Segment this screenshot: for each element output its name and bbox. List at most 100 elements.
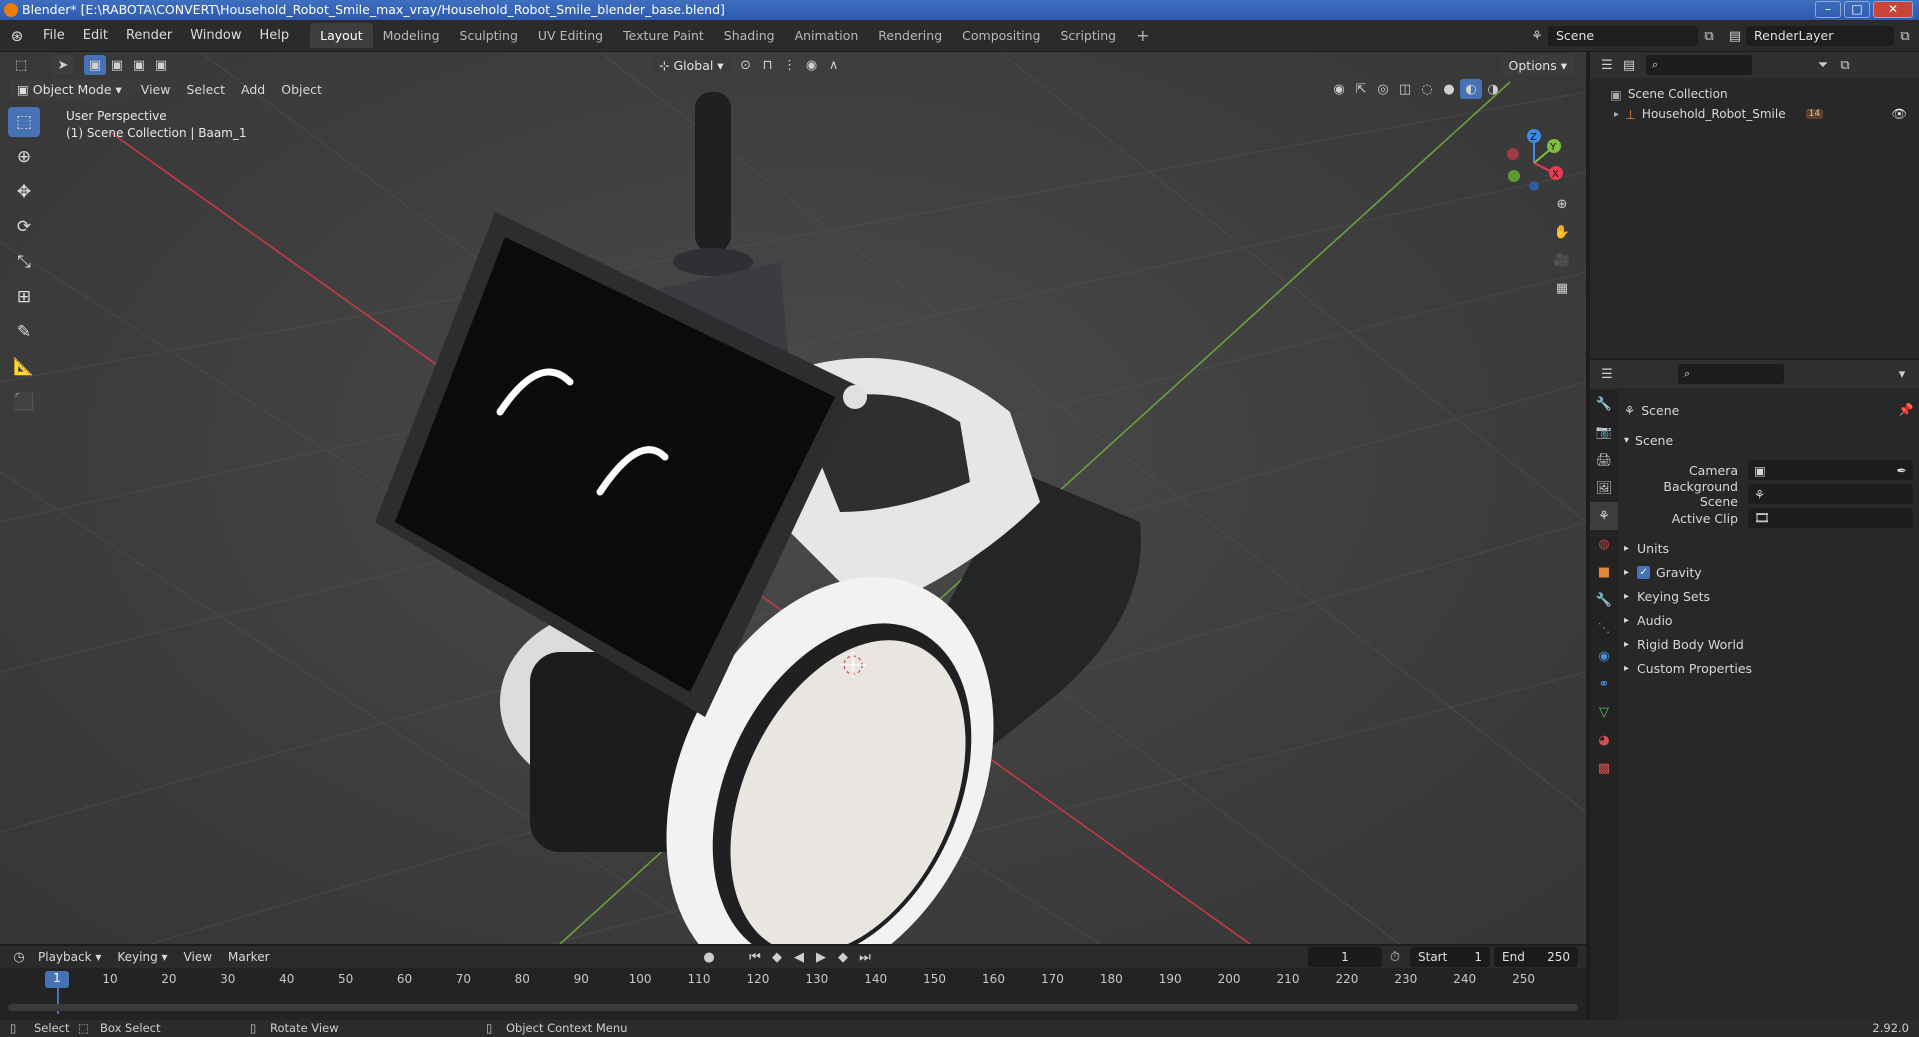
rigid-body-world-section[interactable]: ▸ Rigid Body World bbox=[1624, 632, 1914, 656]
scene-panel-header[interactable]: ▾ Scene bbox=[1624, 428, 1914, 452]
timeline-scrollbar[interactable] bbox=[8, 1004, 1578, 1011]
visibility-icon[interactable]: ◉ bbox=[1328, 79, 1350, 99]
solid-shading-icon[interactable]: ● bbox=[1438, 79, 1460, 99]
tab-sculpting[interactable]: Sculpting bbox=[450, 23, 528, 48]
select-invert-icon[interactable]: ▣ bbox=[150, 55, 172, 75]
scale-tool-icon[interactable]: ⤡ bbox=[8, 247, 40, 277]
annotate-tool-icon[interactable]: ✎ bbox=[8, 317, 40, 347]
select-extend-icon[interactable]: ▣ bbox=[106, 55, 128, 75]
tab-scripting[interactable]: Scripting bbox=[1051, 23, 1127, 48]
audio-section[interactable]: ▸ Audio bbox=[1624, 608, 1914, 632]
visibility-eye-icon[interactable]: 👁 bbox=[1891, 106, 1907, 122]
view-layer-field[interactable]: RenderLayer bbox=[1746, 26, 1894, 46]
units-section[interactable]: ▸ Units bbox=[1624, 536, 1914, 560]
tab-shading[interactable]: Shading bbox=[714, 23, 785, 48]
tool-tab-icon[interactable]: 🔧 bbox=[1590, 390, 1618, 418]
blender-menu-icon[interactable]: ⊛ bbox=[0, 27, 34, 45]
wireframe-shading-icon[interactable]: ◌ bbox=[1416, 79, 1438, 99]
minimize-button[interactable]: – bbox=[1815, 1, 1841, 18]
add-workspace-icon[interactable]: + bbox=[1126, 21, 1159, 50]
output-tab-icon[interactable]: 🖨 bbox=[1590, 446, 1618, 474]
camera-view-icon[interactable]: 🎥 bbox=[1551, 250, 1573, 270]
modifier-tab-icon[interactable]: 🔧 bbox=[1590, 586, 1618, 614]
perspective-toggle-icon[interactable]: ▦ bbox=[1551, 278, 1573, 298]
options-dropdown[interactable]: Options ▾ bbox=[1501, 55, 1574, 75]
editor-type-icon[interactable]: ⬚ bbox=[10, 55, 32, 75]
material-tab-icon[interactable]: ◕ bbox=[1590, 726, 1618, 754]
new-collection-icon[interactable]: ⧉ bbox=[1834, 55, 1856, 75]
timeline-menu-marker[interactable]: Marker bbox=[220, 950, 277, 964]
view-layer-tab-icon[interactable]: 🖼 bbox=[1590, 474, 1618, 502]
tab-modeling[interactable]: Modeling bbox=[373, 23, 450, 48]
custom-properties-section[interactable]: ▸ Custom Properties bbox=[1624, 656, 1914, 680]
rendered-shading-icon[interactable]: ◑ bbox=[1482, 79, 1504, 99]
auto-keying-icon[interactable]: ● bbox=[698, 947, 720, 967]
tab-uv-editing[interactable]: UV Editing bbox=[528, 23, 613, 48]
select-subtract-icon[interactable]: ▣ bbox=[128, 55, 150, 75]
transform-tool-icon[interactable]: ⊞ bbox=[8, 282, 40, 312]
robot-model[interactable] bbox=[375, 92, 1141, 944]
properties-search-input[interactable]: ⌕ bbox=[1678, 364, 1784, 384]
timeline-menu-keying[interactable]: Keying ▾ bbox=[109, 950, 175, 964]
start-frame-field[interactable]: Start 1 bbox=[1410, 947, 1490, 967]
add-cube-tool-icon[interactable]: ⬛ bbox=[8, 387, 40, 417]
tab-texture-paint[interactable]: Texture Paint bbox=[613, 23, 714, 48]
tab-layout[interactable]: Layout bbox=[310, 23, 373, 48]
tab-compositing[interactable]: Compositing bbox=[952, 23, 1050, 48]
material-shading-icon[interactable]: ◐ bbox=[1460, 79, 1482, 99]
measure-tool-icon[interactable]: 📐 bbox=[8, 352, 40, 382]
select-cursor-icon[interactable]: ➤ bbox=[52, 55, 74, 75]
viewport-menu-select[interactable]: Select bbox=[178, 82, 233, 97]
timeline-menu-view[interactable]: View bbox=[176, 950, 220, 964]
outliner-row-scene-collection[interactable]: ▣ Scene Collection bbox=[1590, 84, 1919, 104]
pan-hand-icon[interactable]: ✋ bbox=[1551, 222, 1573, 242]
outliner-editor-type-icon[interactable]: ☰ bbox=[1596, 55, 1618, 75]
current-frame-field[interactable]: 1 bbox=[1308, 947, 1382, 967]
gravity-section[interactable]: ▸ ✓ Gravity bbox=[1624, 560, 1914, 584]
new-scene-icon[interactable]: ⧉ bbox=[1698, 26, 1720, 46]
play-reverse-icon[interactable]: ◀ bbox=[788, 947, 810, 967]
cursor-tool-icon[interactable]: ⊕ bbox=[8, 142, 40, 172]
gizmo-toggle-icon[interactable]: ⇱ bbox=[1350, 79, 1372, 99]
move-tool-icon[interactable]: ✥ bbox=[8, 177, 40, 207]
constraints-tab-icon[interactable]: ⚭ bbox=[1590, 670, 1618, 698]
timeline-ruler[interactable]: 1 10 20 30 40 50 60 70 80 90 100 110 120 130 140 150 16… bbox=[0, 968, 1586, 1020]
scene-tab-icon[interactable]: ⚘ bbox=[1590, 502, 1618, 530]
pivot-point-icon[interactable]: ⊙ bbox=[735, 55, 757, 75]
jump-start-icon[interactable]: ⏮ bbox=[744, 947, 766, 967]
close-button[interactable]: ✕ bbox=[1873, 1, 1913, 18]
jump-keyframe-forward-icon[interactable]: ◆ bbox=[832, 947, 854, 967]
3d-viewport[interactable]: ⬚ ➤ ▣ ▣ ▣ ▣ ⊹ Global ▾ ⊙ ⊓ ⋮ ◉ ∧ Options… bbox=[0, 52, 1586, 944]
menu-render[interactable]: Render bbox=[117, 28, 181, 43]
select-box-tool-icon[interactable]: ⬚ bbox=[8, 107, 40, 137]
proportional-editing-icon[interactable]: ◉ bbox=[801, 55, 823, 75]
pin-icon[interactable]: 📌 bbox=[1898, 402, 1914, 418]
eyedropper-icon[interactable]: ✒ bbox=[1897, 463, 1907, 478]
jump-keyframe-back-icon[interactable]: ◆ bbox=[766, 947, 788, 967]
new-view-layer-icon[interactable]: ⧉ bbox=[1894, 26, 1916, 46]
data-tab-icon[interactable]: ▽ bbox=[1590, 698, 1618, 726]
snap-icon[interactable]: ⊓ bbox=[757, 55, 779, 75]
menu-help[interactable]: Help bbox=[251, 28, 299, 43]
particles-tab-icon[interactable]: ⋱ bbox=[1590, 614, 1618, 642]
world-tab-icon[interactable]: ◍ bbox=[1590, 530, 1618, 558]
viewport-menu-add[interactable]: Add bbox=[233, 82, 273, 97]
display-mode-icon[interactable]: ▤ bbox=[1618, 55, 1640, 75]
snap-target-icon[interactable]: ⋮ bbox=[779, 55, 801, 75]
camera-field[interactable]: ▣ ✒ bbox=[1748, 460, 1913, 480]
tab-rendering[interactable]: Rendering bbox=[868, 23, 952, 48]
falloff-icon[interactable]: ∧ bbox=[823, 55, 845, 75]
timeline-menu-playback[interactable]: Playback ▾ bbox=[30, 950, 109, 964]
outliner-row-household-robot[interactable]: ▸ ⊥ Household_Robot_Smile 14 👁 bbox=[1590, 104, 1919, 124]
filter-icon[interactable]: ⏷ bbox=[1812, 55, 1834, 75]
view-layer-icon[interactable]: ▤ bbox=[1724, 26, 1746, 46]
jump-end-icon[interactable]: ⏭ bbox=[854, 947, 876, 967]
overlay-toggle-icon[interactable]: ◎ bbox=[1372, 79, 1394, 99]
end-frame-field[interactable]: End 250 bbox=[1494, 947, 1578, 967]
timeline-editor-type-icon[interactable]: ◷ bbox=[8, 947, 30, 967]
active-clip-field[interactable]: 🎞 bbox=[1748, 508, 1913, 528]
playhead-frame-indicator[interactable]: 1 bbox=[45, 971, 69, 988]
physics-tab-icon[interactable]: ◉ bbox=[1590, 642, 1618, 670]
object-tab-icon[interactable]: ■ bbox=[1590, 558, 1618, 586]
transform-orientation-dropdown[interactable]: ⊹ Global ▾ bbox=[652, 55, 731, 75]
